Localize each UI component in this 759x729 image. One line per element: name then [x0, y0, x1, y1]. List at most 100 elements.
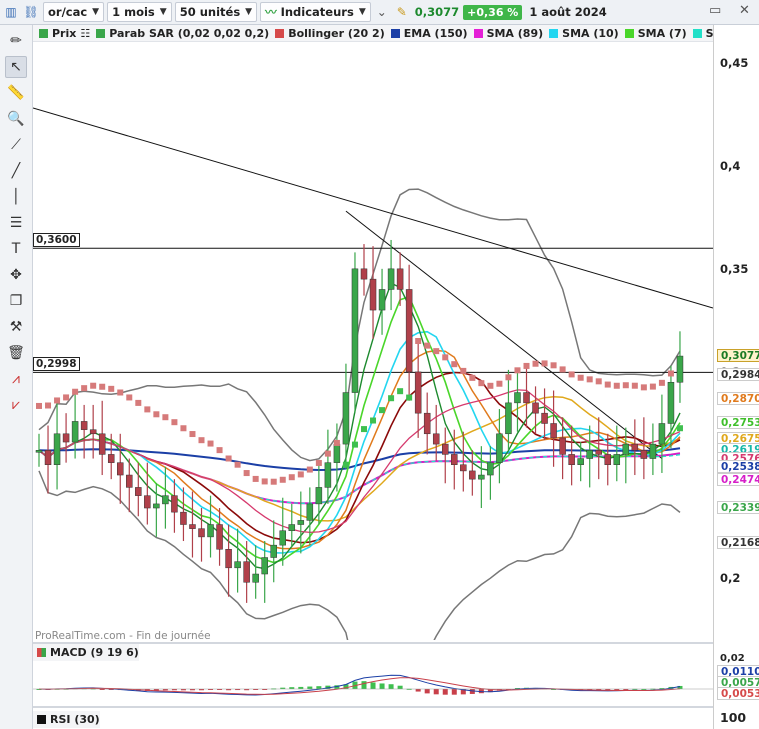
zoom-icon[interactable]: 🔍	[5, 108, 27, 130]
parabolic-sar-dot	[649, 383, 656, 390]
macd-chart[interactable]	[33, 661, 713, 703]
level-label-0360[interactable]: 0,3600	[33, 233, 80, 248]
parabolic-sar-dot	[108, 385, 115, 392]
candle-body	[432, 433, 440, 445]
parabolic-sar-dot	[469, 374, 476, 381]
legend-item[interactable]: SMA (10)	[549, 27, 619, 40]
candle-body	[550, 423, 557, 439]
segment-icon[interactable]: ⟋	[5, 134, 27, 156]
parabolic-sar-dot	[90, 382, 97, 389]
parabolic-sar-dot	[198, 437, 205, 444]
trend-down-icon[interactable]: ⩗	[5, 394, 27, 416]
candle-body	[252, 573, 259, 583]
properties-icon[interactable]: ⚒	[5, 316, 27, 338]
candle-body	[541, 412, 548, 424]
chevron-down-icon: ▼	[245, 7, 253, 17]
candle-body	[44, 450, 52, 465]
copy-icon[interactable]: ❐	[5, 290, 27, 312]
candle-body	[198, 528, 205, 538]
indicators-button[interactable]: 〰 Indicateurs ▼	[260, 2, 371, 22]
legend-item[interactable]: Prix ☷	[39, 27, 90, 40]
fibonacci-icon[interactable]: ☰	[5, 212, 27, 234]
parabolic-sar-dot	[505, 374, 512, 381]
symbol-label: or/cac	[48, 5, 88, 19]
edit-icon[interactable]: ✎	[393, 2, 411, 22]
legend-item[interactable]: SMA (89)	[473, 27, 543, 40]
pencil-icon[interactable]: ✏	[5, 30, 27, 52]
legend-item[interactable]: EMA (150)	[390, 27, 468, 40]
parabolic-sar-dot	[631, 382, 638, 389]
parabolic-sar-dot	[324, 450, 331, 457]
vertical-line-icon[interactable]: │	[5, 186, 27, 208]
legend-label: SMA (10)	[562, 26, 619, 40]
candle-body	[144, 495, 151, 509]
parabolic-sar-dot	[333, 439, 340, 446]
candle-body	[460, 464, 467, 472]
y-tick-label: 0,4	[720, 158, 741, 173]
legend-swatch	[390, 28, 400, 38]
legend-label: SMA (7)	[637, 26, 687, 40]
candle-body	[523, 392, 530, 404]
trend-up-icon[interactable]: ⩘	[5, 368, 27, 390]
candle-body	[162, 495, 169, 505]
close-icon[interactable]: ✕	[739, 3, 750, 18]
candle-body	[216, 524, 223, 550]
candle-body	[631, 443, 639, 451]
candle-body	[80, 421, 88, 430]
price-chart[interactable]	[33, 42, 713, 640]
legend-item[interactable]: Parab SAR (0,02 0,02 0,2)	[96, 27, 269, 40]
ruler-icon[interactable]: 📏	[5, 82, 27, 104]
parabolic-sar-dot	[153, 411, 160, 418]
macd-histogram-bar	[361, 681, 367, 689]
rsi-label: RSI (30)	[50, 713, 100, 726]
parabolic-sar-dot	[144, 406, 151, 413]
candle-body	[378, 289, 386, 311]
candle-body	[35, 450, 43, 453]
candle-body	[107, 454, 115, 463]
minimize-icon[interactable]: ▭	[709, 3, 721, 18]
line-icon[interactable]: ╱	[5, 160, 27, 182]
move-icon[interactable]: ✥	[5, 264, 27, 286]
candle-body	[324, 462, 332, 488]
candle-body	[478, 474, 485, 480]
candle-body	[243, 561, 250, 583]
parabolic-sar-dot	[207, 440, 214, 447]
toolbar: ▥ ⛓ or/cac ▼ 1 mois ▼ 50 unités ▼ 〰 Indicate…	[0, 0, 759, 25]
legend-item[interactable]: SMA (65)	[692, 27, 713, 40]
grid-icon[interactable]: ☷	[80, 27, 90, 40]
parabolic-sar-dot	[379, 407, 386, 414]
parabolic-sar-dot	[541, 360, 548, 367]
pointer-icon[interactable]: ↖	[5, 56, 27, 78]
panel-divider[interactable]	[33, 706, 713, 708]
candle-body	[89, 429, 97, 435]
chart-type-icon[interactable]: ▥	[2, 2, 20, 22]
options-icon[interactable]: ⌄	[373, 2, 391, 22]
price-tag: 0,2339	[717, 501, 759, 515]
parabolic-sar-dot	[216, 447, 223, 454]
price-tag: 0,2168	[717, 536, 759, 550]
parabolic-sar-dot	[306, 466, 313, 473]
legend-swatch	[275, 28, 285, 38]
period-selector[interactable]: 1 mois ▼	[107, 2, 172, 22]
macd-header: MACD (9 19 6)	[33, 644, 139, 661]
parabolic-sar-dot	[577, 374, 584, 381]
price-tag: 0,2870	[717, 391, 759, 405]
parabolic-sar-dot	[288, 474, 295, 481]
text-icon[interactable]: T	[5, 238, 27, 260]
parabolic-sar-dot	[622, 382, 629, 389]
legend-item[interactable]: Bollinger (20 2)	[275, 27, 385, 40]
level-label-02998[interactable]: 0,2998	[33, 357, 80, 372]
symbol-selector[interactable]: or/cac ▼	[43, 2, 105, 22]
link-icon[interactable]: ⛓	[22, 2, 40, 22]
trash-icon[interactable]: 🗑	[5, 342, 27, 364]
parabolic-sar-dot	[676, 425, 683, 432]
legend-item[interactable]: SMA (7)	[624, 26, 687, 40]
price-axis[interactable]: 0,450,40,350,30,250,20,30770,29840,28700…	[713, 25, 759, 729]
macd-histogram-bar	[442, 689, 448, 695]
candle-body	[469, 470, 476, 480]
candle-body	[577, 458, 584, 465]
units-selector[interactable]: 50 unités ▼	[174, 2, 258, 22]
parabolic-sar-dot	[532, 360, 539, 367]
candle-body	[423, 412, 431, 435]
parabolic-sar-dot	[180, 425, 187, 432]
